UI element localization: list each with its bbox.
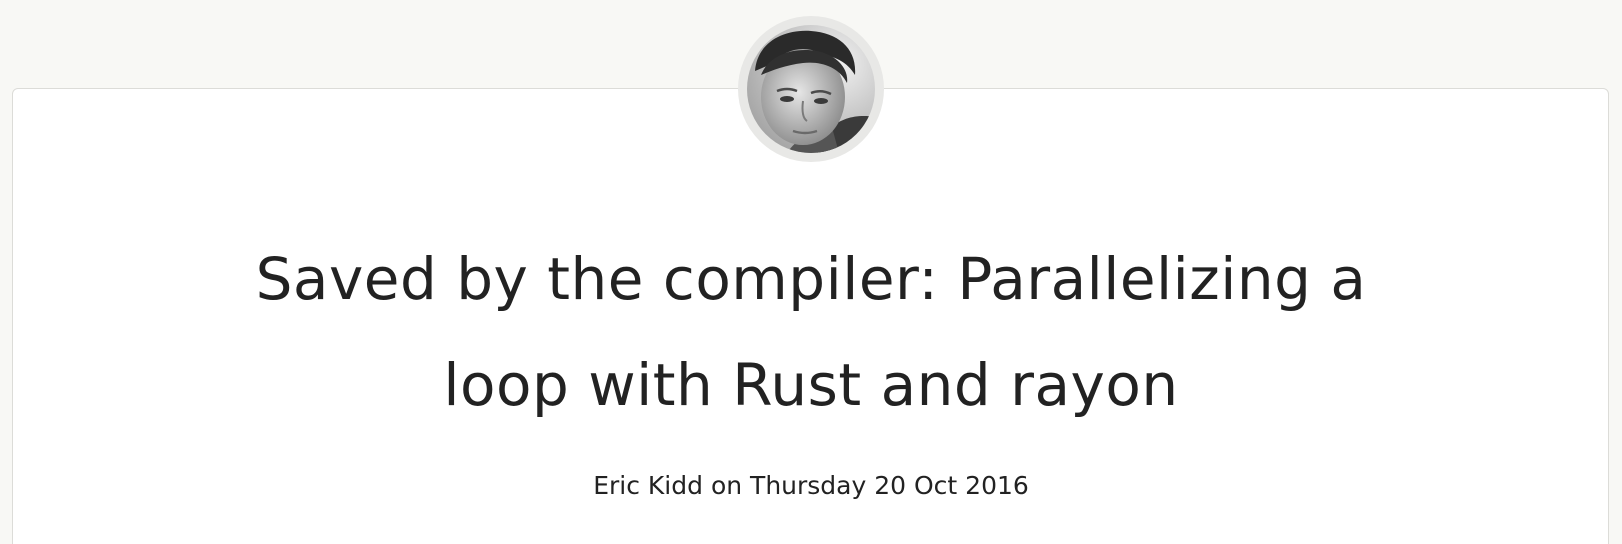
author-name[interactable]: Eric Kidd xyxy=(593,471,703,500)
byline-separator: on xyxy=(703,471,751,500)
post-byline: Eric Kidd on Thursday 20 Oct 2016 xyxy=(400,469,1222,503)
author-portrait-icon xyxy=(747,25,875,153)
post-date: Thursday 20 Oct 2016 xyxy=(750,471,1029,500)
post-title: Saved by the compiler: Parallelizing a l… xyxy=(255,245,1367,419)
author-avatar[interactable] xyxy=(738,16,884,162)
post-page: Saved by the compiler: Parallelizing a l… xyxy=(0,0,1622,544)
